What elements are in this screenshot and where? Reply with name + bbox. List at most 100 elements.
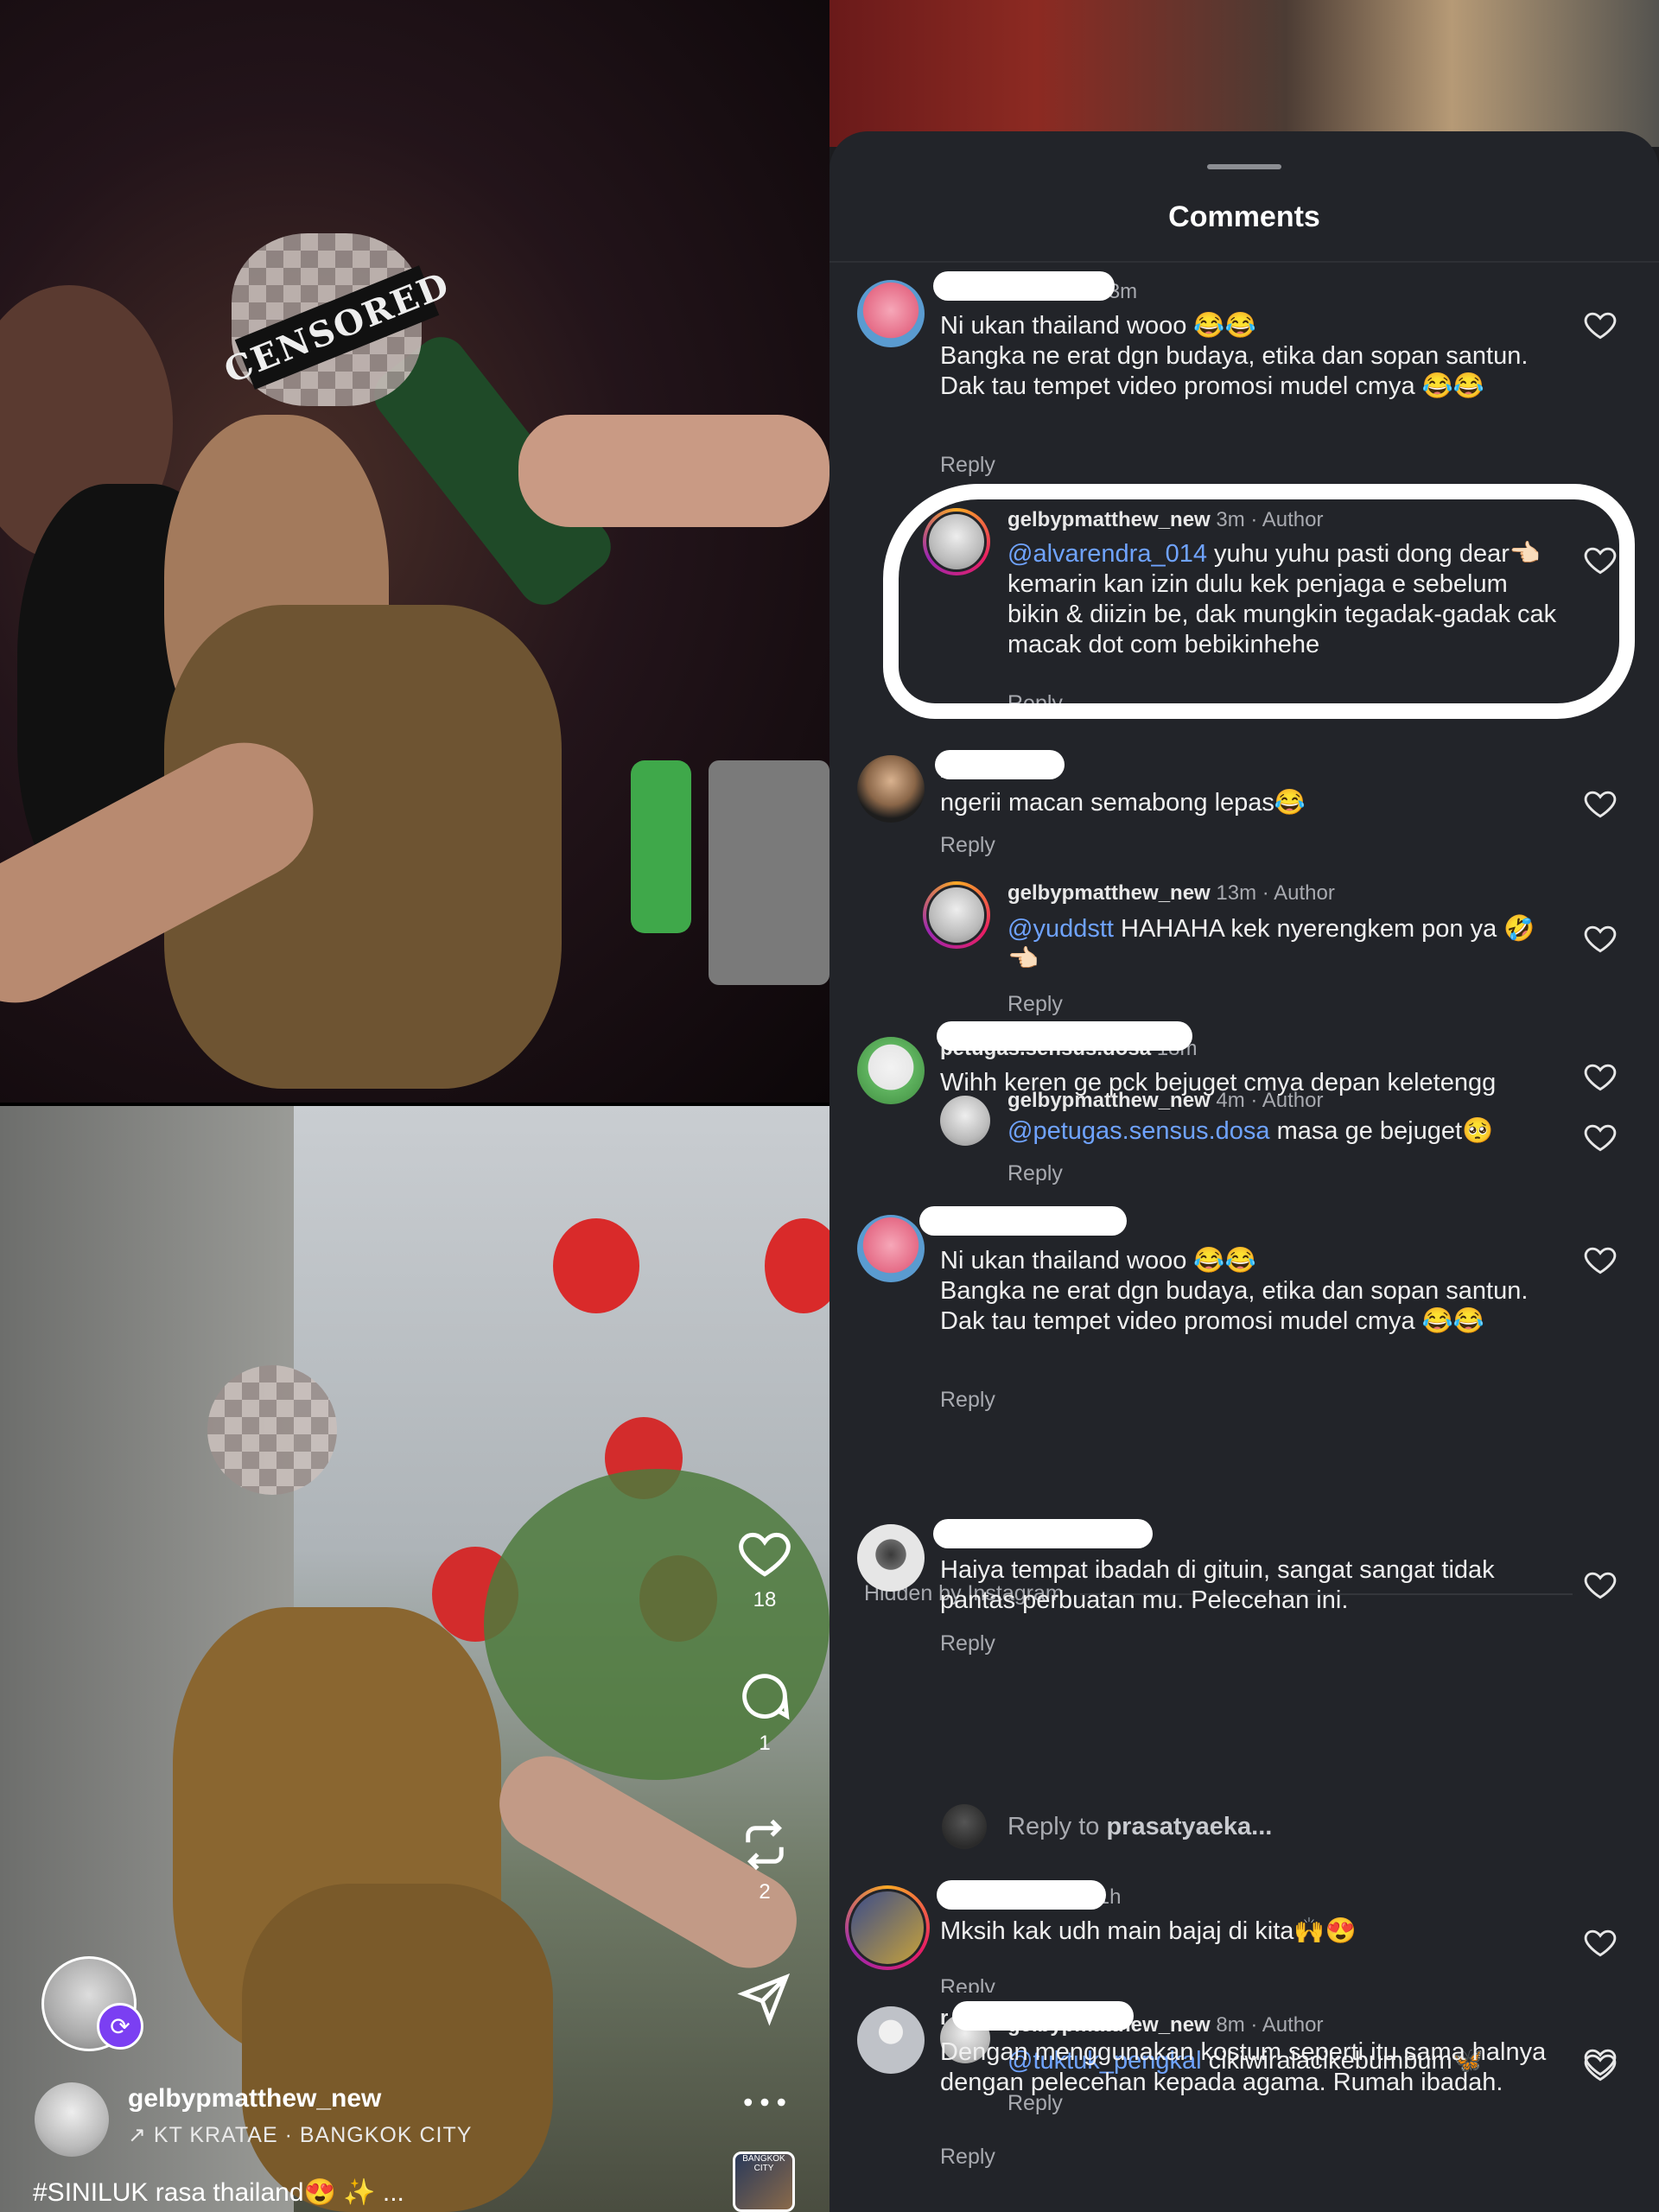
- reply-button[interactable]: Reply: [940, 1631, 995, 1656]
- my-avatar: [942, 1804, 987, 1849]
- comment-avatar[interactable]: [857, 280, 925, 347]
- heart-icon[interactable]: [1581, 306, 1619, 344]
- divider: [830, 261, 1659, 263]
- more-icon[interactable]: [736, 2074, 793, 2131]
- outfit-bottom-shape: [242, 1884, 553, 2212]
- comment-like[interactable]: [1581, 1118, 1619, 1156]
- comment-avatar[interactable]: [857, 1215, 925, 1282]
- comment-like[interactable]: [1581, 919, 1619, 957]
- reply-button[interactable]: Reply: [1007, 992, 1063, 1017]
- ice-bucket-shape: [709, 760, 830, 985]
- poster-caption[interactable]: #SINILUK rasa thailand😍 ✨ ...: [33, 2177, 404, 2208]
- comment-like[interactable]: [1581, 785, 1619, 823]
- send-icon[interactable]: [736, 1970, 793, 2027]
- redaction-mark: [935, 750, 1065, 779]
- comment-action[interactable]: 1: [730, 1668, 799, 1756]
- remix-icon[interactable]: ⟳: [97, 2003, 143, 2050]
- repost-action[interactable]: 2: [730, 1816, 799, 1904]
- reels-column: CENSORED 18 1 2 ⟳ gelbypmatthew_new ↗ KT…: [0, 0, 830, 2212]
- comment-time: 4m: [1216, 1089, 1245, 1112]
- highlight-annotation: [883, 484, 1635, 719]
- comment-avatar[interactable]: [857, 1524, 925, 1592]
- comments-sheet: Comments alvarendra_014 13m Ni ukan thai…: [830, 131, 1659, 2212]
- heart-icon[interactable]: [1581, 785, 1619, 823]
- comment-like[interactable]: [1581, 1241, 1619, 1279]
- heart-icon[interactable]: [1581, 919, 1619, 957]
- green-bottle-shape: [631, 760, 691, 933]
- redaction-mark: [937, 1880, 1106, 1910]
- lantern-shape: [553, 1218, 639, 1313]
- comment-avatar[interactable]: [857, 2006, 925, 2074]
- comment-count: 1: [759, 1732, 771, 1755]
- mention-link[interactable]: @petugas.sensus.dosa: [1007, 1117, 1270, 1145]
- comments-column: Comments alvarendra_014 13m Ni ukan thai…: [830, 0, 1659, 2212]
- comment-avatar[interactable]: [857, 1037, 925, 1104]
- heart-icon[interactable]: [736, 1524, 793, 1581]
- comment-avatar[interactable]: [923, 881, 990, 949]
- comment-avatar[interactable]: [857, 755, 925, 823]
- like-count: 18: [753, 1588, 777, 1611]
- reply-button[interactable]: Reply: [940, 1388, 995, 1413]
- reply-input-placeholder[interactable]: Reply to prasatyaeka...: [1007, 1813, 1272, 1841]
- heart-icon[interactable]: [1581, 1566, 1619, 1604]
- video-background-strip: [830, 0, 1659, 147]
- reply-target: prasatyaeka...: [1106, 1813, 1273, 1840]
- more-action[interactable]: [730, 2074, 799, 2131]
- comment-text: @yuddstt HAHAHA kek nyerengkem pon ya 🤣👈…: [1007, 914, 1560, 975]
- reply-input[interactable]: Reply to prasatyaeka...: [942, 1804, 1547, 1853]
- hand-shape: [518, 415, 830, 527]
- poster-avatar[interactable]: [35, 2082, 109, 2157]
- poster-location[interactable]: ↗ KT KRATAE · BANGKOK CITY: [128, 2122, 472, 2148]
- poster-username[interactable]: gelbypmatthew_new: [128, 2084, 381, 2113]
- comment-header: gelbypmatthew_new 13m · Author: [1007, 881, 1335, 905]
- comment-icon[interactable]: [736, 1668, 793, 1725]
- sheet-title: Comments: [1168, 200, 1320, 233]
- redaction-mark: [919, 1206, 1127, 1236]
- reply-button[interactable]: Reply: [940, 453, 995, 478]
- comment-like[interactable]: [1581, 1058, 1619, 1096]
- comment-username[interactable]: gelbypmatthew_new: [1007, 881, 1211, 905]
- redaction-mark: [952, 2001, 1134, 2031]
- sheet-grabber[interactable]: [1207, 164, 1281, 169]
- lantern-shape: [765, 1218, 830, 1313]
- comment-body: masa ge bejuget🥺: [1276, 1117, 1494, 1145]
- share-action[interactable]: [730, 1970, 799, 2027]
- mention-link[interactable]: @yuddstt: [1007, 915, 1114, 943]
- like-action[interactable]: 18: [730, 1524, 799, 1612]
- comment-header: gelbypmatthew_new 4m · Author: [1007, 1089, 1324, 1112]
- comment-username[interactable]: gelbypmatthew_new: [1007, 1089, 1211, 1112]
- comment-username[interactable]: r: [940, 2006, 948, 2030]
- reply-button[interactable]: Reply: [1007, 1161, 1063, 1186]
- redaction-mark: [933, 271, 1115, 301]
- comment-text: @petugas.sensus.dosa masa ge bejuget🥺: [1007, 1116, 1560, 1147]
- redaction-mark: [933, 1519, 1153, 1548]
- comment-text: Ni ukan thailand wooo 😂😂 Bangka ne erat …: [940, 1247, 1529, 1335]
- comment-avatar[interactable]: [845, 1885, 930, 1970]
- reply-button[interactable]: Reply: [940, 2145, 995, 2170]
- heart-icon[interactable]: [1581, 1923, 1619, 1961]
- reply-placeholder-text: Reply to: [1007, 1813, 1100, 1840]
- heart-icon[interactable]: [1581, 2043, 1619, 2081]
- comment-like[interactable]: [1581, 1923, 1619, 1961]
- comment-text: Mksih kak udh main bajaj di kita🙌😍: [940, 1917, 1357, 1945]
- comment-like[interactable]: [1581, 306, 1619, 344]
- comment-avatar[interactable]: [940, 1096, 990, 1146]
- heart-icon[interactable]: [1581, 1058, 1619, 1096]
- comment-like[interactable]: [1581, 1566, 1619, 1604]
- reply-button[interactable]: Reply: [940, 833, 995, 858]
- comment-like[interactable]: [1581, 2043, 1619, 2081]
- audio-thumbnail[interactable]: BANGKOK CITY: [733, 2152, 795, 2212]
- comment-text: Haiya tempat ibadah di gituin, sangat sa…: [940, 1556, 1495, 1614]
- heart-icon[interactable]: [1581, 1118, 1619, 1156]
- reply-button[interactable]: Reply: [940, 1975, 995, 1993]
- author-badge: Author: [1262, 2013, 1324, 2037]
- comment-time: 13m: [1216, 881, 1257, 905]
- video-frame-top: CENSORED: [0, 0, 830, 1103]
- repost-icon[interactable]: [736, 1816, 793, 1873]
- author-badge: Author: [1262, 1089, 1324, 1112]
- heart-icon[interactable]: [1581, 1241, 1619, 1279]
- comment-text: ngerii macan semabong lepas😂: [940, 789, 1306, 817]
- repost-count: 2: [759, 1880, 771, 1904]
- audio-thumbnail-label: BANGKOK CITY: [742, 2154, 785, 2173]
- face-blur: [207, 1365, 337, 1495]
